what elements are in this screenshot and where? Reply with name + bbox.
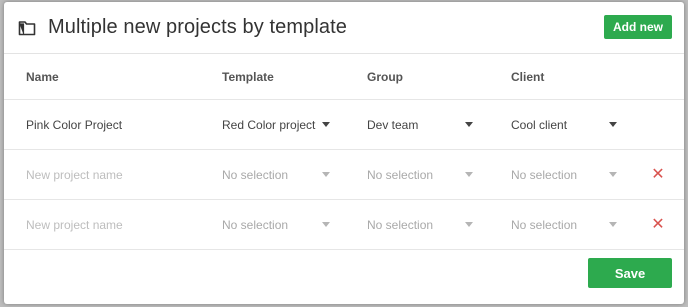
- table-row: No selection No selection No selection ✕: [4, 200, 684, 250]
- client-select-value: No selection: [511, 217, 578, 232]
- template-select[interactable]: Red Color project: [222, 100, 330, 149]
- project-name-input[interactable]: [26, 217, 196, 232]
- chevron-down-icon: [322, 122, 330, 127]
- group-select[interactable]: No selection: [367, 200, 473, 249]
- projects-table: Name Template Group Client Pink Color Pr…: [4, 54, 684, 250]
- chevron-down-icon: [609, 172, 617, 177]
- close-icon[interactable]: ✕: [651, 216, 664, 233]
- template-select[interactable]: No selection: [222, 200, 330, 249]
- column-header-group: Group: [367, 69, 403, 84]
- client-select-value: Cool client: [511, 117, 568, 132]
- table-header-row: Name Template Group Client: [4, 54, 684, 100]
- template-select-value: No selection: [222, 167, 289, 182]
- chevron-down-icon: [322, 172, 330, 177]
- group-select[interactable]: No selection: [367, 150, 473, 199]
- add-new-button[interactable]: Add new: [604, 15, 672, 39]
- chevron-down-icon: [465, 122, 473, 127]
- client-select[interactable]: Cool client: [511, 100, 617, 149]
- modal-title: Multiple new projects by template: [48, 16, 347, 38]
- project-name-field: [26, 200, 206, 249]
- group-select-value: No selection: [367, 217, 434, 232]
- chevron-down-icon: [609, 222, 617, 227]
- project-name-value: Pink Color Project: [26, 117, 123, 132]
- table-row: Pink Color Project Red Color project Dev…: [4, 100, 684, 150]
- save-button[interactable]: Save: [588, 258, 672, 288]
- group-select-value: No selection: [367, 167, 434, 182]
- group-select[interactable]: Dev team: [367, 100, 473, 149]
- project-name-field[interactable]: Pink Color Project: [26, 100, 206, 149]
- chevron-down-icon: [465, 222, 473, 227]
- chevron-down-icon: [609, 122, 617, 127]
- chevron-down-icon: [322, 222, 330, 227]
- column-header-template: Template: [222, 69, 274, 84]
- client-select-value: No selection: [511, 167, 578, 182]
- template-select[interactable]: No selection: [222, 150, 330, 199]
- remove-row-button[interactable]: ✕: [648, 150, 668, 199]
- chevron-down-icon: [465, 172, 473, 177]
- table-row: No selection No selection No selection ✕: [4, 150, 684, 200]
- new-projects-modal: Multiple new projects by template Add ne…: [4, 2, 684, 304]
- client-select[interactable]: No selection: [511, 200, 617, 249]
- modal-header: Multiple new projects by template Add ne…: [4, 2, 684, 54]
- modal-footer: Save: [4, 250, 684, 304]
- remove-row-button[interactable]: ✕: [648, 200, 668, 249]
- project-name-input[interactable]: [26, 167, 196, 182]
- project-name-field: [26, 150, 206, 199]
- close-icon[interactable]: ✕: [651, 166, 664, 183]
- column-header-client: Client: [511, 69, 545, 84]
- client-select[interactable]: No selection: [511, 150, 617, 199]
- folder-icon: [18, 19, 36, 37]
- template-select-value: No selection: [222, 217, 289, 232]
- group-select-value: Dev team: [367, 117, 419, 132]
- column-header-name: Name: [26, 69, 59, 84]
- template-select-value: Red Color project: [222, 117, 316, 132]
